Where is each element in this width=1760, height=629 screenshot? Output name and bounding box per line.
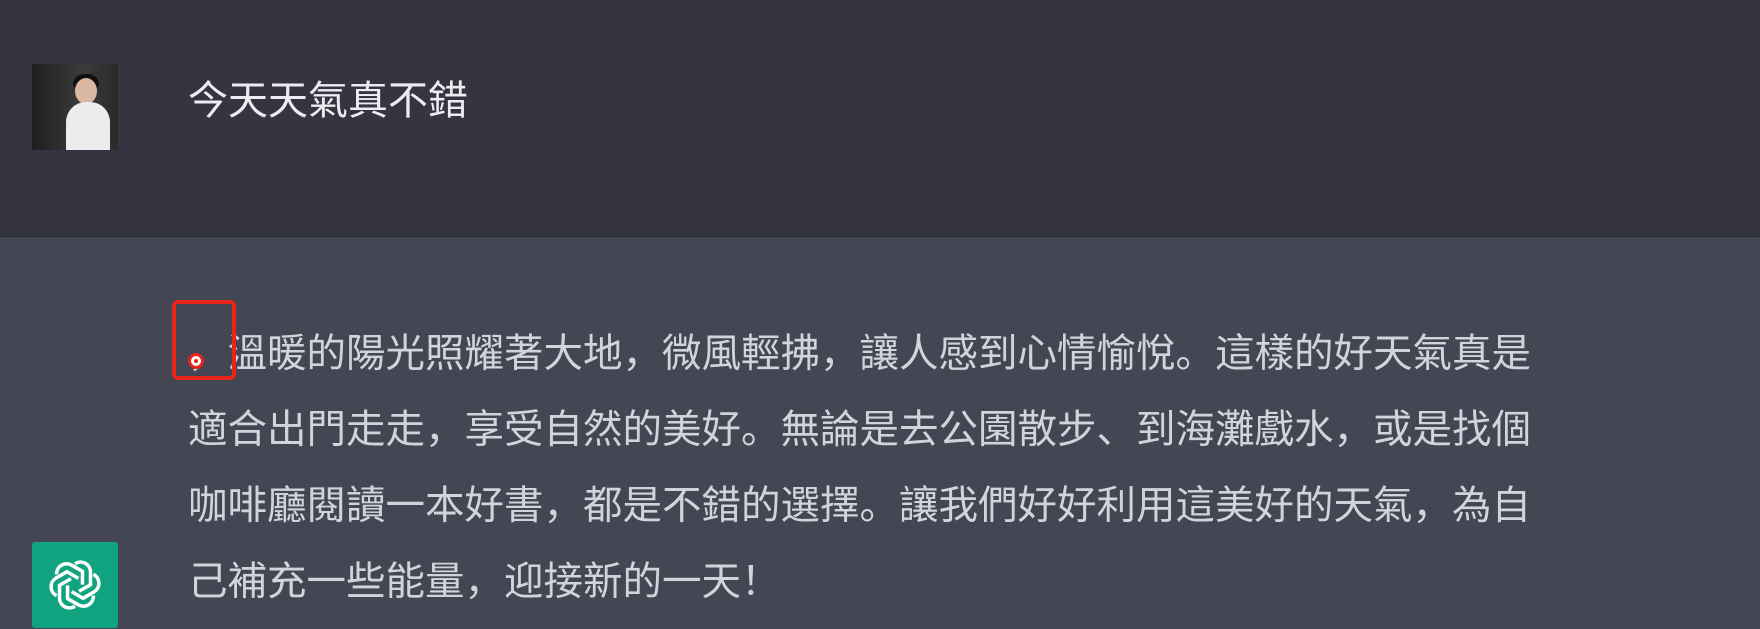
user-message-text: 今天天氣真不錯 [188, 78, 468, 124]
cursor-indicator-icon [188, 353, 204, 369]
assistant-line-4: 己補充一些能量，迎接新的一天！ [188, 559, 781, 605]
highlight-box [172, 300, 236, 380]
openai-logo-icon [32, 542, 118, 628]
assistant-line-2: 適合出門走走，享受自然的美好。無論是去公園散步、到海灘戲水，或是找個 [188, 407, 1531, 453]
assistant-message-text: ，溫暖的陽光照耀著大地，微風輕拂，讓人感到心情愉悅。這樣的好天氣真是 適合出門走… [188, 316, 1733, 620]
user-message: 今天天氣真不錯 [0, 0, 1760, 237]
assistant-line-1: ，溫暖的陽光照耀著大地，微風輕拂，讓人感到心情愉悅。這樣的好天氣真是 [188, 331, 1531, 377]
user-avatar [32, 64, 118, 150]
assistant-line-3: 咖啡廳閱讀一本好書，都是不錯的選擇。讓我們好好利用這美好的天氣，為自 [188, 483, 1531, 529]
chat-thread: 今天天氣真不錯 ，溫暖的陽光照耀著大地，微風輕拂，讓人感到心情愉悅。這樣的好天氣… [0, 0, 1760, 629]
